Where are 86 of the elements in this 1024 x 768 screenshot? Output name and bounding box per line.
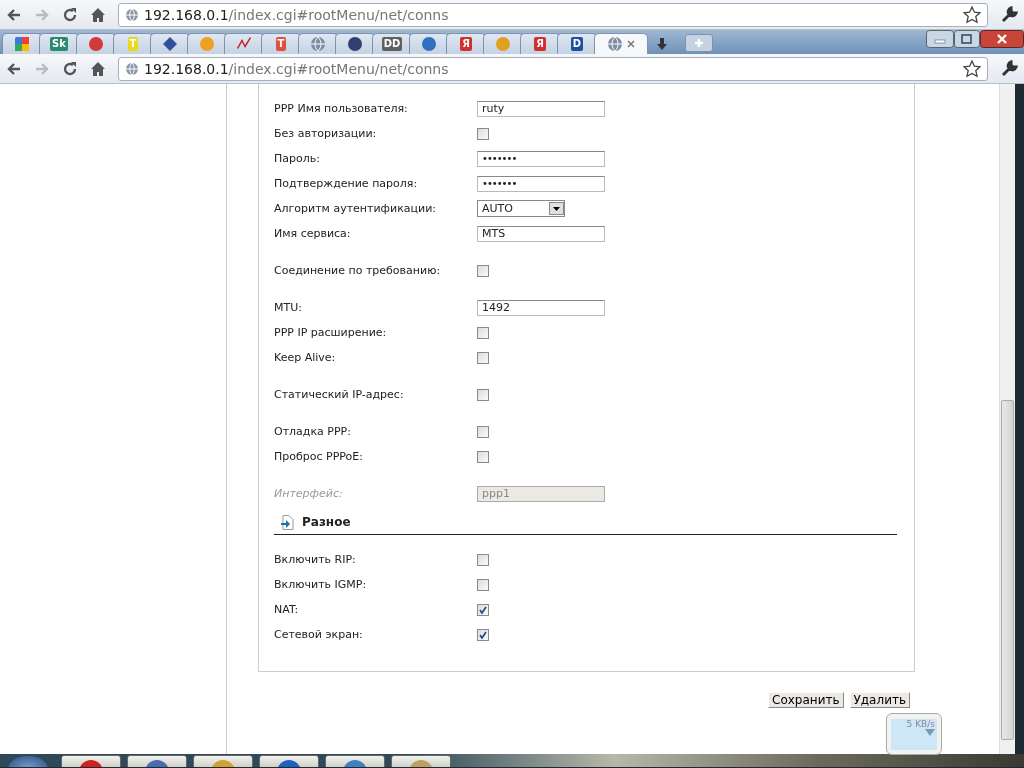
field-label: PPP Имя пользователя: xyxy=(274,102,409,115)
checkbox[interactable] xyxy=(477,351,489,364)
field-label: Алгоритм аутентификации: xyxy=(274,202,437,215)
checkbox[interactable] xyxy=(477,553,489,566)
browser-tab[interactable] xyxy=(335,33,375,54)
tab-favicon: D xyxy=(570,37,584,51)
new-tab-button[interactable] xyxy=(685,34,713,52)
form-button[interactable]: Сохранить xyxy=(768,692,844,708)
tab-favicon: DD xyxy=(381,37,403,51)
tab-favicon: T xyxy=(275,37,287,51)
password-field[interactable]: ••••••• xyxy=(477,175,605,192)
field-label: Без авторизации: xyxy=(274,127,378,140)
back-icon[interactable] xyxy=(6,6,22,23)
checkbox[interactable] xyxy=(477,127,489,140)
browser-tab[interactable] xyxy=(224,33,264,54)
home-icon[interactable] xyxy=(90,60,106,77)
restore-button[interactable] xyxy=(954,30,980,48)
checkbox[interactable] xyxy=(477,425,489,438)
browser-tab[interactable] xyxy=(150,33,190,54)
minimize-button[interactable] xyxy=(926,30,954,48)
globe-icon xyxy=(310,36,326,52)
tab-favicon: Sk xyxy=(50,37,68,51)
tab-favicon: Я xyxy=(534,37,546,51)
field-label: Включить IGMP: xyxy=(274,578,368,591)
reload-icon[interactable] xyxy=(62,60,78,77)
input-field[interactable]: ruty xyxy=(477,100,605,117)
tab-favicon: T xyxy=(127,37,139,51)
checkbox[interactable] xyxy=(477,628,489,641)
browser-tab[interactable]: DD xyxy=(372,33,412,54)
scrollbar[interactable] xyxy=(999,84,1015,754)
checkbox[interactable] xyxy=(477,578,489,591)
field-label: Пароль: xyxy=(274,152,321,165)
field-label: Отладка PPP: xyxy=(274,425,352,438)
checkbox[interactable] xyxy=(477,450,489,463)
wrench-icon[interactable] xyxy=(1000,5,1018,24)
field-label: Соединение по требованию: xyxy=(274,264,442,277)
form-button[interactable]: Удалить xyxy=(849,692,910,708)
star-icon[interactable] xyxy=(963,59,981,78)
dropdown[interactable]: AUTO xyxy=(477,200,565,217)
scrollbar-thumb[interactable] xyxy=(1001,400,1014,740)
checkbox[interactable] xyxy=(477,264,489,277)
field-label: Включить RIP: xyxy=(274,553,357,566)
input-field: ppp1 xyxy=(477,485,605,502)
field-label: MTU: xyxy=(274,301,303,314)
input-field[interactable]: 1492 xyxy=(477,299,605,316)
home-icon[interactable] xyxy=(90,6,106,23)
address-field[interactable]: 192.168.0.1/index.cgi#rootMenu/net/conns xyxy=(118,56,988,81)
browser-tab[interactable] xyxy=(2,33,42,54)
close-button[interactable] xyxy=(980,30,1024,48)
field-label: Имя сервиса: xyxy=(274,227,352,240)
address-field[interactable]: 192.168.0.1/index.cgi#rootMenu/net/conns xyxy=(118,2,988,27)
globe-icon xyxy=(125,61,139,76)
field-label: Проброс PPPoE: xyxy=(274,450,364,463)
field-label: Сетевой экран: xyxy=(274,628,364,641)
page-arrow-icon xyxy=(280,514,294,530)
browser-tab[interactable]: Я xyxy=(520,33,560,54)
field-label: Keep Alive: xyxy=(274,351,337,364)
password-field[interactable]: ••••••• xyxy=(477,150,605,167)
section-title: Разное xyxy=(302,515,351,529)
browser-tab[interactable]: Sk xyxy=(39,33,79,54)
tab-favicon: Я xyxy=(460,37,472,51)
reload-icon[interactable] xyxy=(62,6,78,23)
squares-icon xyxy=(14,36,30,52)
checkbox[interactable] xyxy=(477,326,489,339)
close-icon[interactable] xyxy=(627,40,635,48)
wrench-icon[interactable] xyxy=(1000,59,1018,78)
browser-tab[interactable]: Я xyxy=(446,33,486,54)
arrow-down-icon xyxy=(925,729,935,737)
field-label: PPP IP расширение: xyxy=(274,326,388,339)
browser-tab[interactable]: T xyxy=(261,33,301,54)
browser-tab[interactable]: D xyxy=(557,33,597,54)
field-label: Подтверждение пароля: xyxy=(274,177,419,190)
globe-icon xyxy=(125,7,139,22)
download-arrow-icon[interactable] xyxy=(655,37,669,51)
checkbox[interactable] xyxy=(477,388,489,401)
field-label: Статический IP-адрес: xyxy=(274,388,405,401)
star-icon[interactable] xyxy=(963,5,981,24)
checkbox[interactable] xyxy=(477,603,489,616)
speed-reading: 5 KB/s xyxy=(906,719,935,729)
back-icon[interactable] xyxy=(6,60,22,77)
globe-icon xyxy=(607,36,623,52)
input-field[interactable]: MTS xyxy=(477,225,605,242)
browser-tab[interactable] xyxy=(409,33,449,54)
browser-tab[interactable] xyxy=(76,33,116,54)
field-label: NAT: xyxy=(274,603,300,616)
field-label: Интерфейс: xyxy=(274,487,344,500)
